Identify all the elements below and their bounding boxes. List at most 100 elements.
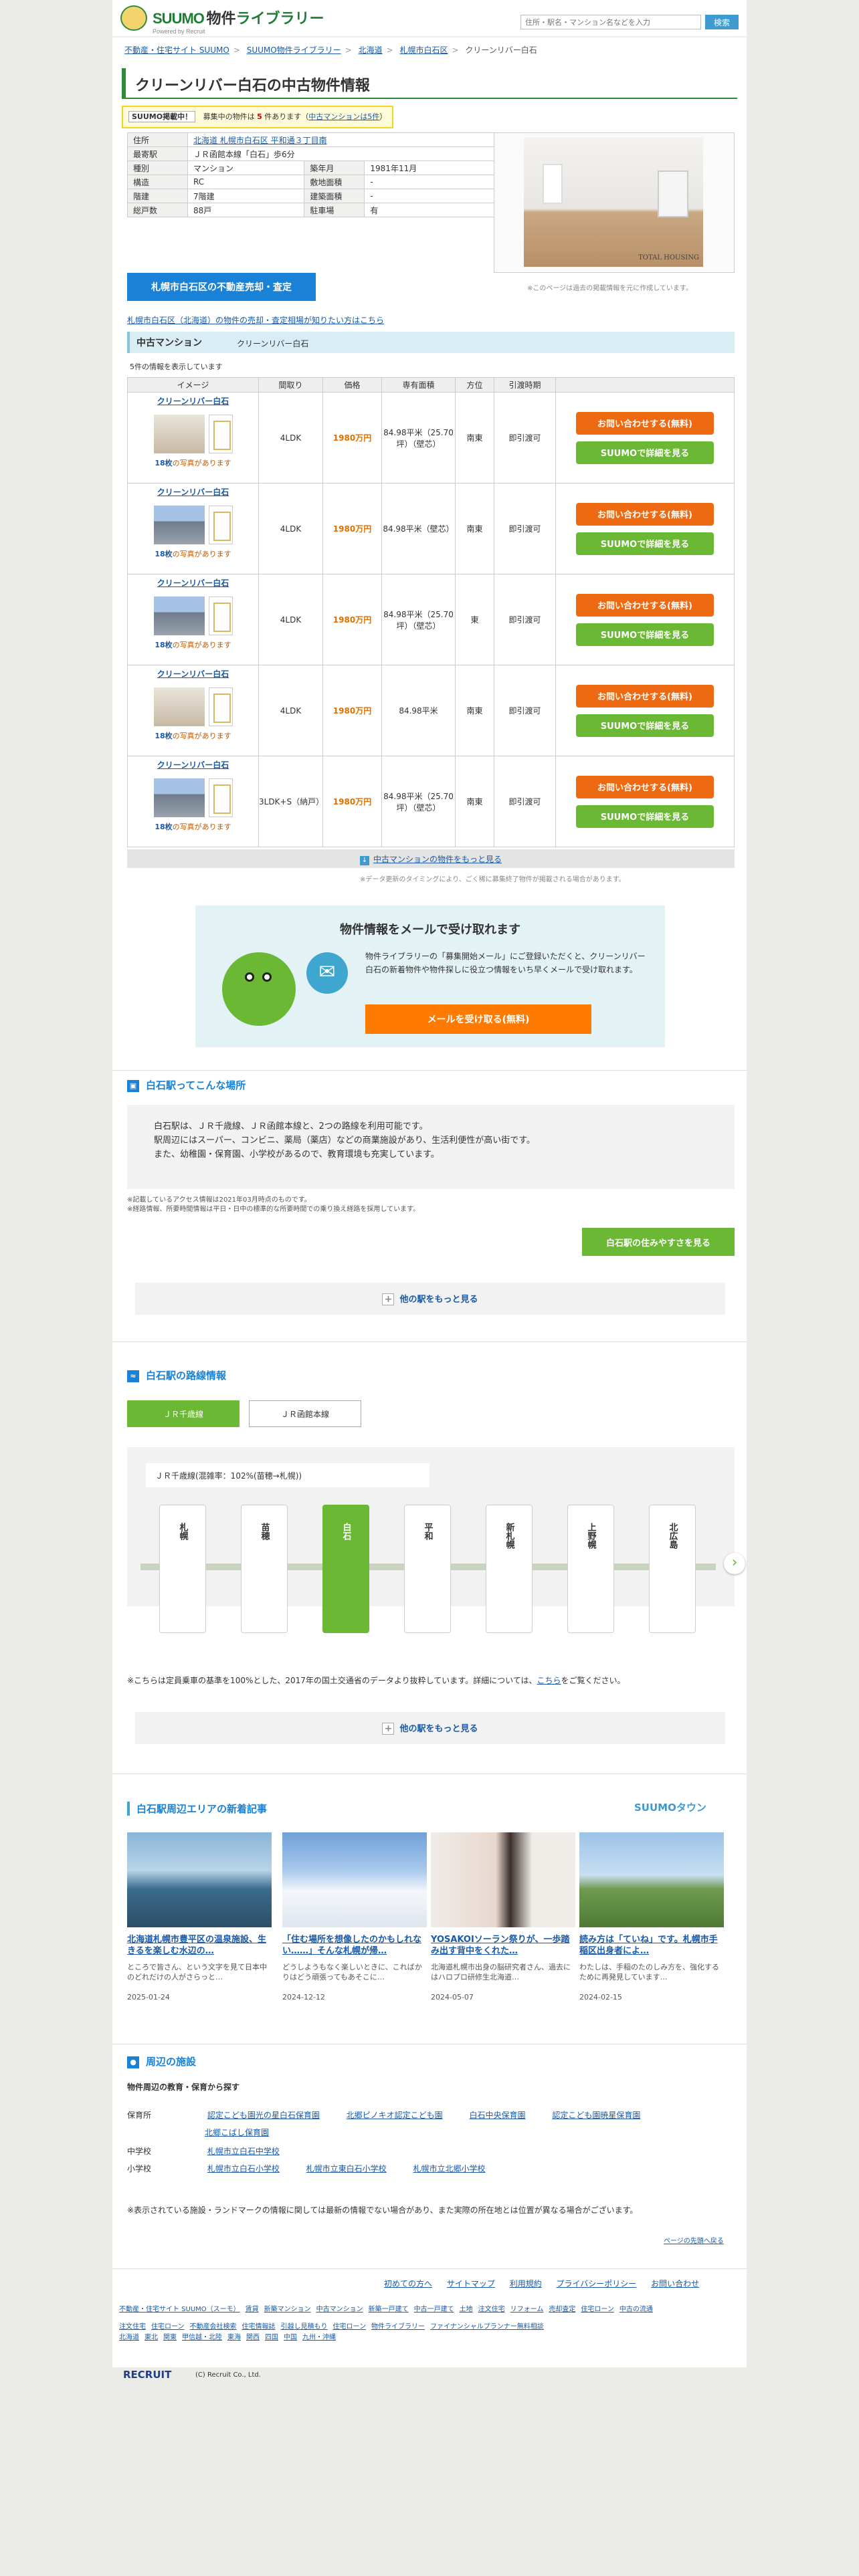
footer-link[interactable]: 売却査定: [549, 2306, 575, 2313]
footer-nav-link[interactable]: プライバシーポリシー: [557, 2279, 637, 2288]
region-link[interactable]: 関西: [246, 2334, 260, 2341]
footer-link[interactable]: 新築一戸建て: [369, 2306, 409, 2313]
footer-link[interactable]: 注文住宅: [119, 2323, 146, 2331]
footer-nav-link[interactable]: 初めての方へ: [384, 2279, 432, 2288]
detail-button[interactable]: SUUMOで詳細を見る: [576, 532, 714, 555]
sell-assessment-button[interactable]: 札幌市白石区の不動産売却・査定: [127, 273, 316, 301]
more-stations-bar[interactable]: + 他の駅をもっと見る: [135, 1712, 725, 1744]
more-stations-bar[interactable]: + 他の駅をもっと見る: [135, 1283, 725, 1315]
more-listings-bar[interactable]: ↓ 中古マンションの物件をもっと見る: [127, 849, 735, 868]
station-card[interactable]: 苗穂: [241, 1505, 288, 1633]
region-link[interactable]: 四国: [265, 2334, 278, 2341]
footer-nav-link[interactable]: お問い合わせ: [651, 2279, 699, 2288]
article-image[interactable]: [579, 1832, 724, 1927]
chevron-right-icon[interactable]: ›: [724, 1553, 745, 1574]
station-card[interactable]: 札幌: [159, 1505, 206, 1633]
station-card[interactable]: 平和: [404, 1505, 451, 1633]
article-image[interactable]: [282, 1832, 427, 1927]
footer-link[interactable]: 不動産・住宅サイト SUUMO（スーモ）: [119, 2306, 240, 2313]
suumo-town-logo[interactable]: SUUMOタウン: [634, 1800, 706, 1814]
back-to-top-link[interactable]: ページの先頭へ戻る: [664, 2235, 724, 2245]
station-card-current[interactable]: 白石: [322, 1505, 369, 1633]
listing-title-link[interactable]: クリーンリバー白石: [128, 577, 258, 588]
region-link[interactable]: 甲信越・北陸: [182, 2334, 222, 2341]
building-thumbnail[interactable]: [153, 506, 205, 544]
building-thumbnail[interactable]: [153, 778, 205, 817]
facility-link[interactable]: 認定こども園暁星保育園: [552, 2111, 640, 2120]
facility-link[interactable]: 札幌市立白石小学校: [207, 2164, 280, 2173]
property-photo[interactable]: TOTAL HOUSING: [524, 137, 703, 267]
listing-title-link[interactable]: クリーンリバー白石: [128, 486, 258, 498]
inquiry-button[interactable]: お問い合わせする(無料): [576, 775, 714, 798]
photo-count[interactable]: 18枚の写真があります: [128, 548, 258, 559]
footer-link[interactable]: 物件ライブラリー: [371, 2323, 425, 2331]
search-input[interactable]: [520, 15, 701, 29]
footer-link[interactable]: 住宅ローン: [333, 2323, 367, 2331]
footer-link[interactable]: 住宅ローン: [151, 2323, 185, 2331]
floorplan-thumbnail[interactable]: [208, 778, 233, 817]
footer-link[interactable]: 中古マンション: [316, 2306, 363, 2313]
footer-link[interactable]: リフォーム: [510, 2306, 544, 2313]
footer-nav-link[interactable]: サイトマップ: [447, 2279, 495, 2288]
listing-title-link[interactable]: クリーンリバー白石: [128, 759, 258, 770]
facility-link[interactable]: 北郷こばし保育園: [205, 2128, 269, 2137]
facility-link[interactable]: 認定こども園光の星白石保育園: [207, 2111, 320, 2120]
sell-info-link[interactable]: 札幌市白石区（北海道）の物件の売却・査定相場が知りたい方はこちら: [127, 314, 384, 326]
floorplan-thumbnail[interactable]: [208, 597, 233, 635]
suumo-mascot-logo[interactable]: [120, 5, 147, 31]
footer-link[interactable]: 不動産会社検索: [190, 2323, 237, 2331]
region-link[interactable]: 関東: [163, 2334, 177, 2341]
inquiry-button[interactable]: お問い合わせする(無料): [576, 502, 714, 526]
article-image[interactable]: [127, 1832, 272, 1927]
region-link[interactable]: 中国: [284, 2334, 297, 2341]
breadcrumb-link[interactable]: 北海道: [359, 45, 383, 55]
floorplan-thumbnail[interactable]: [208, 415, 233, 453]
notice-link[interactable]: 中古マンションは5件: [308, 112, 379, 121]
facility-link[interactable]: 北郷ピノキオ認定こども園: [347, 2111, 443, 2120]
listing-title-link[interactable]: クリーンリバー白石: [128, 668, 258, 679]
photo-count[interactable]: 18枚の写真があります: [128, 821, 258, 832]
facility-link[interactable]: 白石中央保育園: [470, 2111, 526, 2120]
room-thumbnail[interactable]: [153, 687, 205, 726]
footer-link[interactable]: 注文住宅: [478, 2306, 505, 2313]
detail-button[interactable]: SUUMOで詳細を見る: [576, 804, 714, 828]
facility-link[interactable]: 札幌市立白石中学校: [207, 2147, 280, 2156]
region-link[interactable]: 東海: [227, 2334, 241, 2341]
listing-title-link[interactable]: クリーンリバー白石: [128, 395, 258, 407]
article-card[interactable]: YOSAKOIソーラン祭りが、一歩踏み出す背中をくれた… 北海道札幌市出身の脳研…: [431, 1832, 575, 2002]
breadcrumb-link[interactable]: SUUMO物件ライブラリー: [247, 45, 341, 55]
footer-link[interactable]: 引越し見積もり: [281, 2323, 328, 2331]
recruit-logo[interactable]: RECRUIT: [123, 2369, 171, 2381]
footer-nav-link[interactable]: 利用規約: [510, 2279, 542, 2288]
facility-link[interactable]: 札幌市立北郷小学校: [413, 2164, 486, 2173]
tab-chitose-line[interactable]: ＪＲ千歳線: [127, 1400, 240, 1427]
region-link[interactable]: 九州・沖縄: [302, 2334, 336, 2341]
livability-button[interactable]: 白石駅の住みやすさを見る: [582, 1228, 735, 1256]
address-link[interactable]: 北海道 札幌市白石区 平和通３丁目南: [193, 136, 327, 145]
footer-link[interactable]: 住宅ローン: [581, 2306, 614, 2313]
station-card[interactable]: 新札幌: [486, 1505, 533, 1633]
article-card[interactable]: 「住む場所を想像したのかもしれない……」そんな札幌が帰… どうしようもなく楽しい…: [282, 1832, 427, 2002]
inquiry-button[interactable]: お問い合わせする(無料): [576, 593, 714, 617]
floorplan-thumbnail[interactable]: [208, 506, 233, 544]
inquiry-button[interactable]: お問い合わせする(無料): [576, 411, 714, 435]
footer-link[interactable]: 中古の流通: [619, 2306, 653, 2313]
photo-count[interactable]: 18枚の写真があります: [128, 457, 258, 468]
region-link[interactable]: 東北: [145, 2334, 158, 2341]
search-button[interactable]: 検索: [705, 15, 739, 29]
floorplan-thumbnail[interactable]: [208, 687, 233, 726]
congestion-detail-link[interactable]: こちら: [537, 1676, 561, 1685]
building-thumbnail[interactable]: [153, 597, 205, 635]
footer-link[interactable]: ファイナンシャルプランナー無料相談: [430, 2323, 544, 2331]
station-card[interactable]: 上野幌: [567, 1505, 614, 1633]
footer-link[interactable]: 賃貸: [246, 2306, 259, 2313]
footer-link[interactable]: 住宅情報誌: [242, 2323, 276, 2331]
room-thumbnail[interactable]: [153, 415, 205, 453]
tab-hakodate-line[interactable]: ＪＲ函館本線: [249, 1400, 361, 1427]
station-card[interactable]: 北広島: [649, 1505, 696, 1633]
footer-link[interactable]: 中古一戸建て: [414, 2306, 454, 2313]
breadcrumb-link[interactable]: 不動産・住宅サイト SUUMO: [124, 45, 229, 55]
footer-link[interactable]: 新築マンション: [264, 2306, 311, 2313]
photo-count[interactable]: 18枚の写真があります: [128, 639, 258, 650]
article-card[interactable]: 北海道札幌市豊平区の温泉施設、生きるを楽しむ水辺の… ところで皆さん、という文字…: [127, 1832, 272, 2002]
